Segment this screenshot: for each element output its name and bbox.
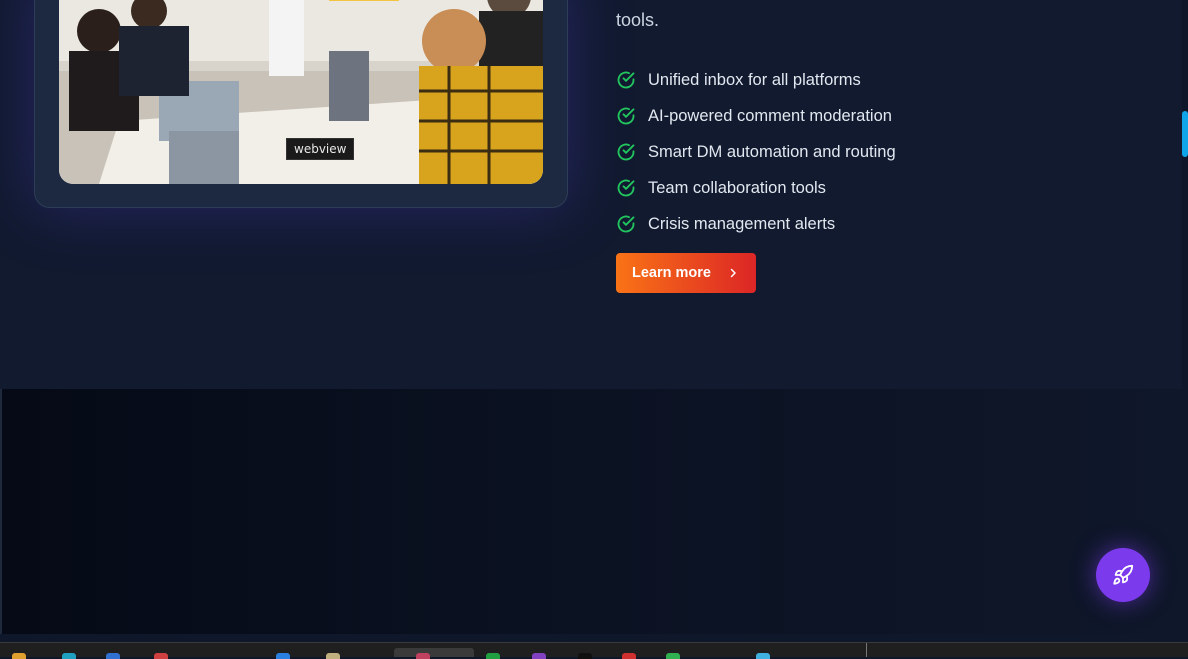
learn-more-label: Learn more <box>632 265 711 281</box>
check-circle-icon <box>617 143 635 161</box>
taskbar-app-icon[interactable] <box>666 653 680 659</box>
feature-label: AI-powered comment moderation <box>648 106 892 125</box>
taskbar-app-icon[interactable] <box>486 653 500 659</box>
rocket-icon <box>1113 564 1134 585</box>
features-section: webview tools. Unified inbox for all pla… <box>0 0 1188 389</box>
image-card <box>34 0 568 208</box>
taskbar-app-icon[interactable] <box>62 653 76 659</box>
taskbar-app-icon[interactable] <box>578 653 592 659</box>
taskbar-app-icon[interactable] <box>154 653 168 659</box>
feature-label: Team collaboration tools <box>648 178 826 197</box>
check-circle-icon <box>617 215 635 233</box>
taskbar-app-icon[interactable] <box>276 653 290 659</box>
feature-item: Unified inbox for all platforms <box>616 62 896 98</box>
taskbar-app-icon[interactable] <box>622 653 636 659</box>
feature-label: Crisis management alerts <box>648 214 836 233</box>
feature-label: Unified inbox for all platforms <box>648 70 861 89</box>
feature-item: Team collaboration tools <box>616 170 896 206</box>
taskbar-app-icon[interactable] <box>326 653 340 659</box>
feature-item: Crisis management alerts <box>616 206 896 242</box>
check-circle-icon <box>617 71 635 89</box>
dark-section <box>0 389 1185 634</box>
scrollbar-thumb[interactable] <box>1182 111 1188 157</box>
taskbar-app-icon[interactable] <box>532 653 546 659</box>
check-circle-icon <box>617 107 635 125</box>
webview-tooltip: webview <box>286 138 355 160</box>
feature-item: AI-powered comment moderation <box>616 98 896 134</box>
taskbar-separator <box>866 643 867 657</box>
learn-more-button[interactable]: Learn more <box>616 253 756 293</box>
check-circle-icon <box>617 179 635 197</box>
os-taskbar <box>0 642 1188 659</box>
taskbar-app-icon[interactable] <box>106 653 120 659</box>
taskbar-app-icon[interactable] <box>12 653 26 659</box>
taskbar-app-icon[interactable] <box>416 653 430 659</box>
rocket-fab-button[interactable] <box>1096 548 1150 602</box>
intro-text-tail: tools. <box>616 10 660 30</box>
feature-item: Smart DM automation and routing <box>616 134 896 170</box>
chevron-right-icon <box>730 268 736 278</box>
feature-label: Smart DM automation and routing <box>648 142 896 161</box>
page-scrollbar[interactable] <box>1182 0 1188 634</box>
feature-list: Unified inbox for all platforms AI-power… <box>616 62 896 242</box>
taskbar-app-icon[interactable] <box>756 653 770 659</box>
